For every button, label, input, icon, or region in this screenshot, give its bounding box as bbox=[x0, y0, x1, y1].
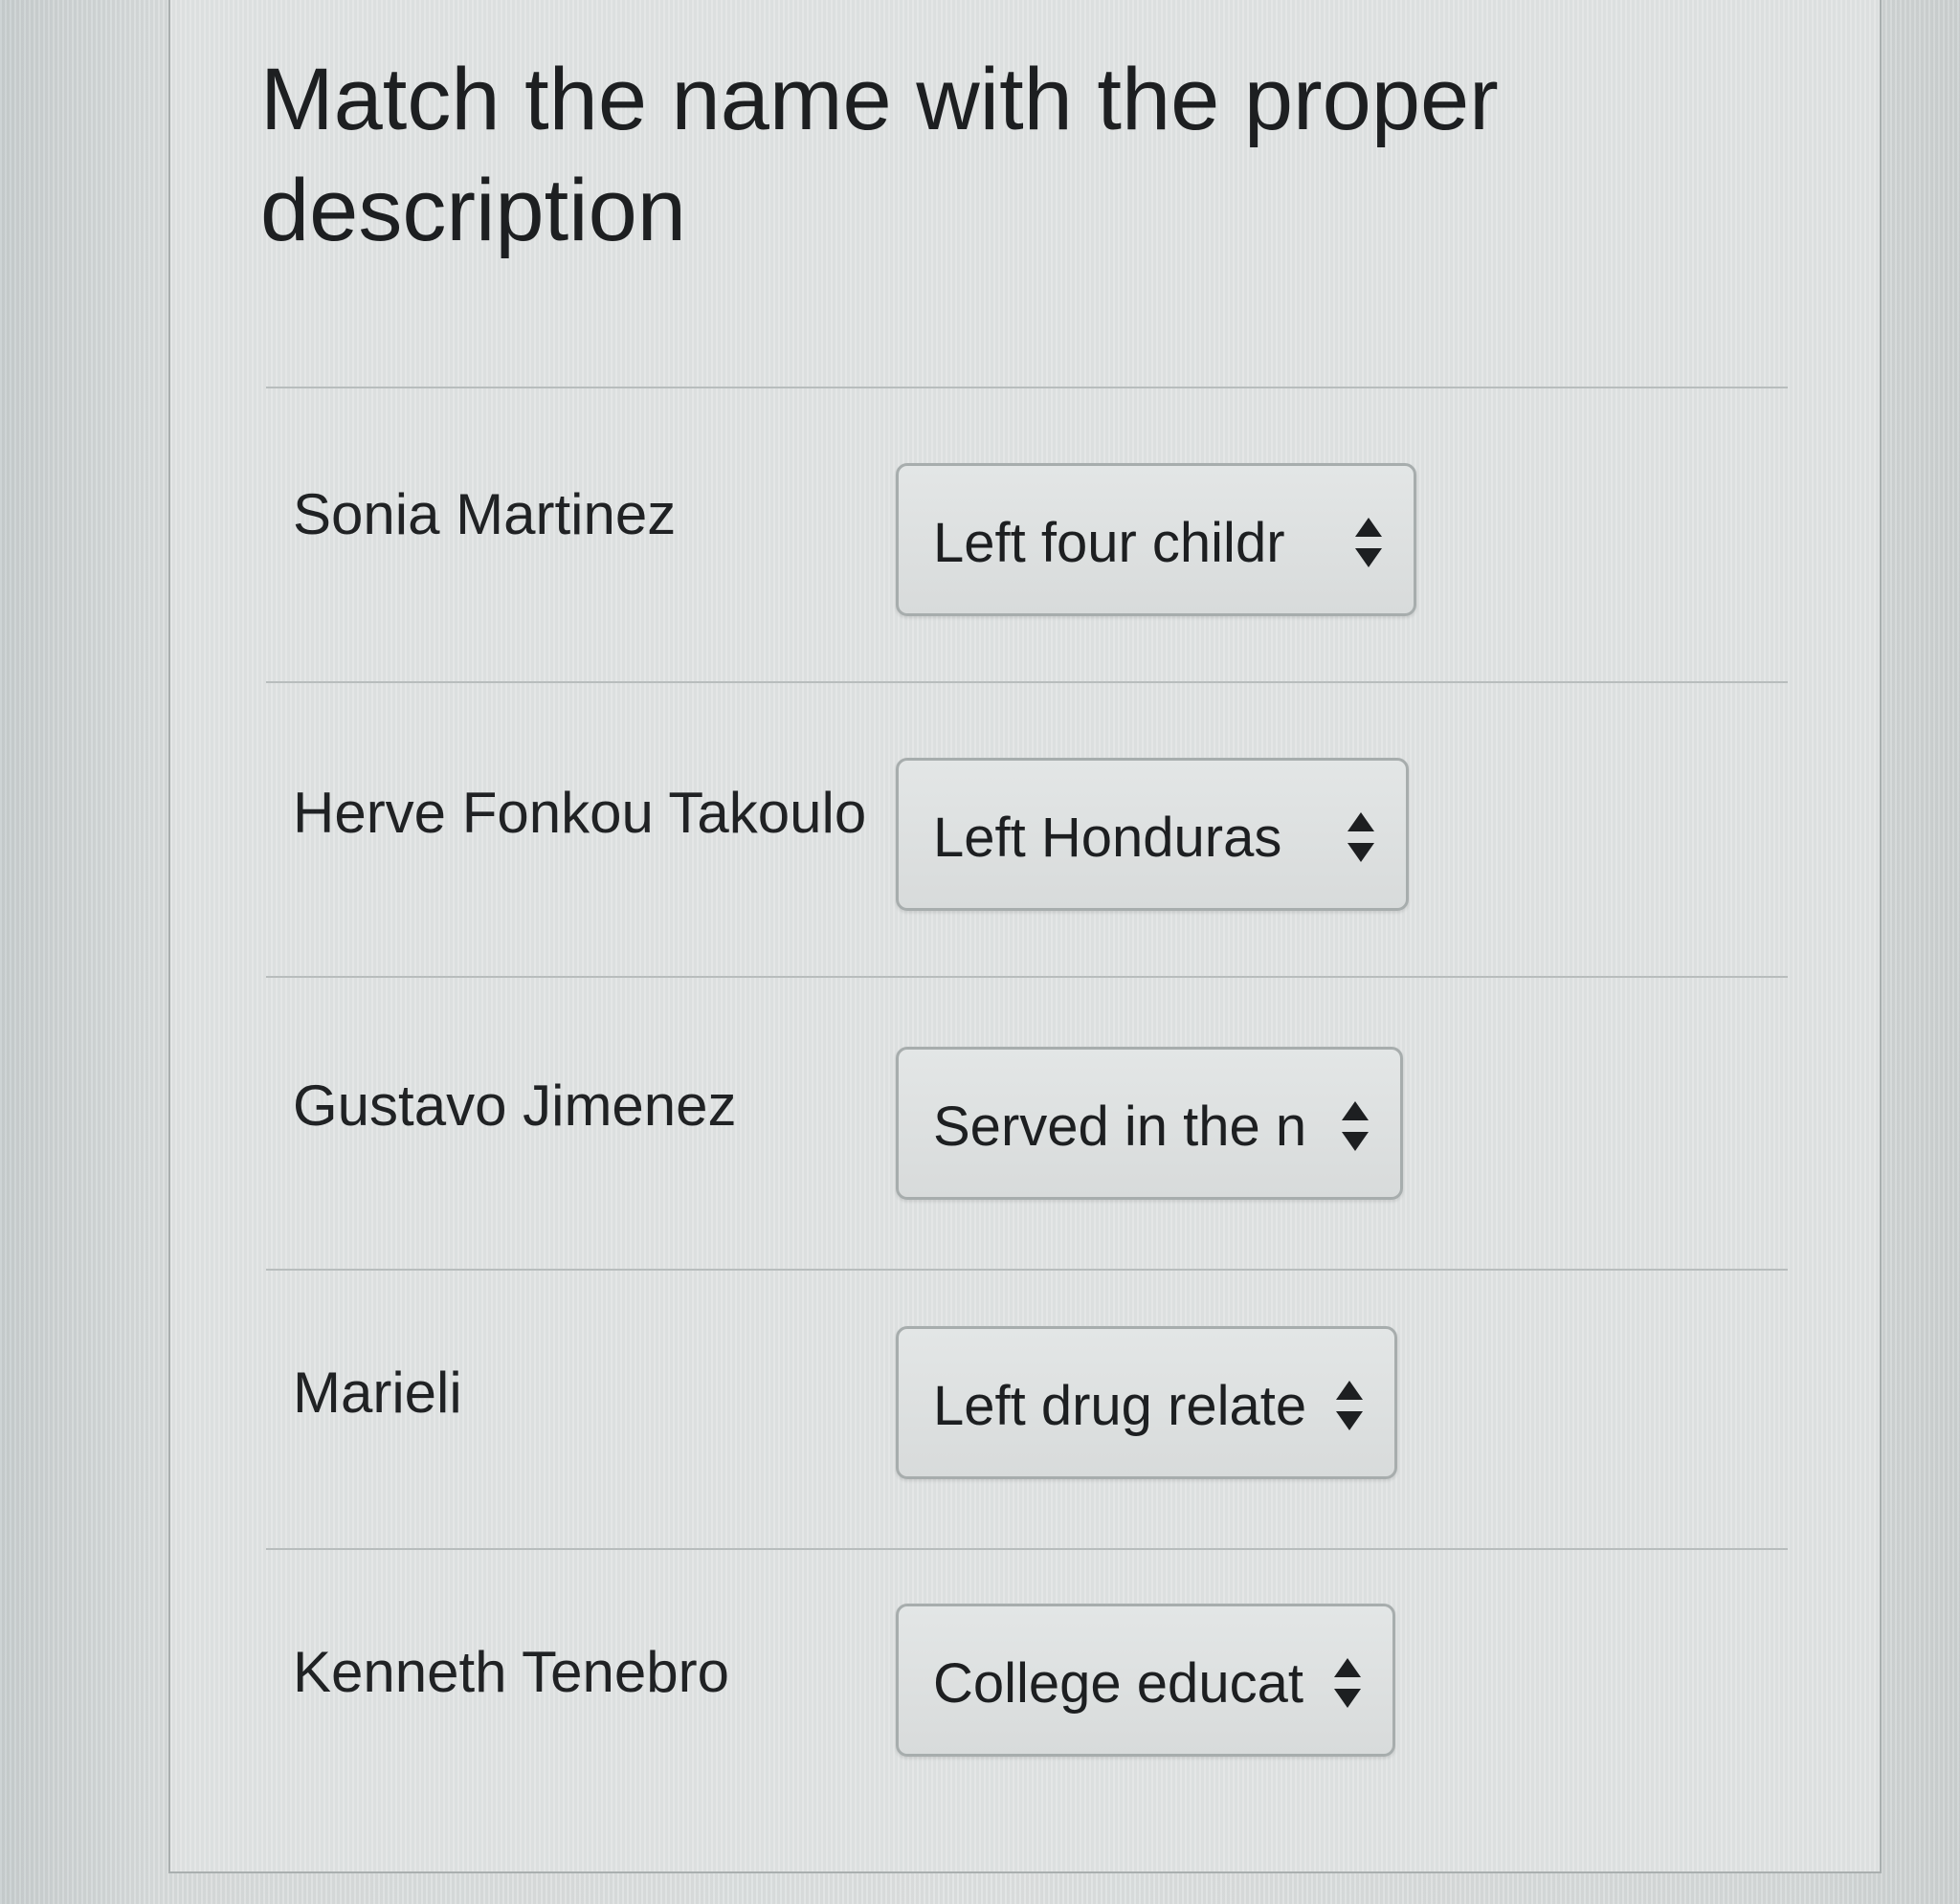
match-select-marieli[interactable]: Left drug relate bbox=[896, 1326, 1397, 1479]
match-select-value: Left four childr bbox=[933, 512, 1285, 574]
divider bbox=[266, 1269, 1788, 1271]
up-down-caret-icon bbox=[1355, 518, 1382, 567]
divider bbox=[266, 1548, 1788, 1550]
divider bbox=[266, 976, 1788, 978]
quiz-screen: Match the name with the proper descripti… bbox=[0, 0, 1960, 1904]
match-select-gustavo-jimenez[interactable]: Served in the n bbox=[896, 1047, 1403, 1200]
divider bbox=[266, 387, 1788, 388]
match-select-kenneth-tenebro[interactable]: College educat bbox=[896, 1604, 1395, 1757]
match-select-value: Left drug relate bbox=[933, 1375, 1306, 1437]
match-select-herve-fonkou-takoulo[interactable]: Left Honduras bbox=[896, 758, 1409, 911]
up-down-caret-icon bbox=[1342, 1101, 1369, 1151]
up-down-caret-icon bbox=[1336, 1381, 1363, 1430]
match-name-herve-fonkou-takoulo: Herve Fonkou Takoulo bbox=[293, 781, 867, 845]
up-down-caret-icon bbox=[1334, 1658, 1361, 1708]
match-name-marieli: Marieli bbox=[293, 1361, 462, 1425]
up-down-caret-icon bbox=[1348, 812, 1374, 862]
match-name-sonia-martinez: Sonia Martinez bbox=[293, 482, 677, 546]
divider bbox=[266, 681, 1788, 683]
match-select-sonia-martinez[interactable]: Left four childr bbox=[896, 463, 1416, 616]
match-name-kenneth-tenebro: Kenneth Tenebro bbox=[293, 1640, 729, 1704]
match-select-value: Left Honduras bbox=[933, 807, 1282, 869]
question-title: Match the name with the proper descripti… bbox=[260, 51, 1499, 259]
question-panel: Match the name with the proper descripti… bbox=[168, 0, 1882, 1873]
match-select-value: College educat bbox=[933, 1652, 1303, 1715]
match-name-gustavo-jimenez: Gustavo Jimenez bbox=[293, 1074, 737, 1138]
match-select-value: Served in the n bbox=[933, 1096, 1306, 1158]
